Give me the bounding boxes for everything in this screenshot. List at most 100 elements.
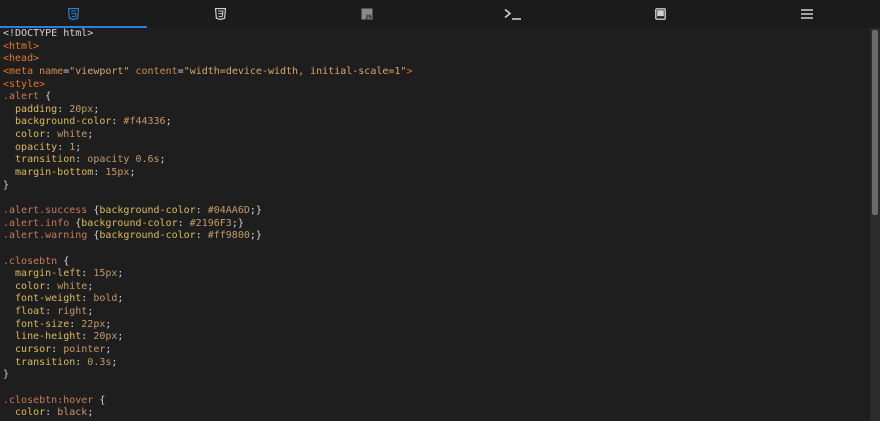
code-token-property: transition: [3, 154, 76, 166]
code-token-default: :: [177, 217, 190, 229]
js-icon-text: JS: [365, 15, 372, 21]
tab-js[interactable]: JS: [293, 0, 440, 28]
code-line[interactable]: color: white;: [0, 129, 870, 142]
tab-menu[interactable]: [733, 0, 880, 28]
code-token-default: :: [75, 356, 88, 368]
code-line[interactable]: <style>: [0, 79, 870, 92]
code-token-default: :: [195, 204, 208, 216]
code-line[interactable]: opacity: 1;: [0, 142, 870, 155]
code-token-default: :: [69, 318, 82, 330]
code-token-property: padding: [3, 103, 58, 115]
code-line[interactable]: <meta name="viewport" content="width=dev…: [0, 66, 870, 79]
code-token-default: ;: [105, 318, 112, 330]
code-line[interactable]: .closebtn {: [0, 256, 870, 269]
code-token-default: }: [3, 179, 10, 191]
code-line[interactable]: color: black;: [0, 407, 870, 420]
code-token-property: font-size: [3, 318, 70, 330]
tab-css[interactable]: [147, 0, 294, 28]
code-line[interactable]: float: right;: [0, 306, 870, 319]
code-token-default: ;: [93, 103, 100, 115]
code-line[interactable]: transition: 0.3s;: [0, 357, 870, 370]
code-token-property: margin-left: [3, 268, 82, 280]
code-token-property: line-height: [3, 331, 82, 343]
code-token-default: :: [81, 268, 94, 280]
code-token-property: opacity: [3, 141, 58, 153]
code-token-value: white: [57, 280, 88, 292]
code-line[interactable]: .alert {: [0, 91, 870, 104]
hamburger-menu-icon: [800, 9, 813, 19]
code-token-value: black: [57, 407, 88, 419]
code-token-default: :: [93, 167, 106, 179]
code-token-string: "viewport": [69, 65, 130, 77]
code-line[interactable]: }: [0, 369, 870, 382]
code-token-selector: .alert.success: [3, 204, 88, 216]
code-token-tag: <style>: [3, 78, 46, 90]
code-line[interactable]: margin-left: 15px;: [0, 268, 870, 281]
code-line[interactable]: <head>: [0, 53, 870, 66]
code-line[interactable]: ​: [0, 243, 870, 256]
tab-html[interactable]: [0, 0, 147, 28]
code-token-value: #ff9800: [207, 230, 250, 242]
tab-bar: JS: [0, 0, 880, 28]
code-token-default: :: [45, 306, 58, 318]
code-token-selector: .alert.warning: [3, 230, 88, 242]
code-token-default: ;: [87, 306, 94, 318]
code-line[interactable]: margin-bottom: 15px;: [0, 167, 870, 180]
code-token-property: background-color: [3, 116, 112, 128]
code-token-default: {: [87, 204, 100, 216]
code-token-property: cursor: [3, 344, 52, 356]
code-token-value: 15px: [93, 268, 118, 280]
tablet-icon: [654, 8, 666, 20]
code-token-default: ;: [117, 293, 124, 305]
code-line[interactable]: .alert.success {background-color: #04AA6…: [0, 205, 870, 218]
code-line[interactable]: ​: [0, 382, 870, 395]
code-line[interactable]: }: [0, 180, 870, 193]
code-line[interactable]: ​: [0, 192, 870, 205]
code-line[interactable]: transition: opacity 0.6s;: [0, 154, 870, 167]
code-line[interactable]: color: white;: [0, 281, 870, 294]
code-token-tag: <head>: [3, 53, 40, 65]
code-token-default: {: [57, 255, 70, 267]
vertical-scrollbar[interactable]: [870, 28, 880, 421]
code-token-selector: .alert: [3, 91, 40, 103]
code-token-value: 20px: [93, 331, 118, 343]
tab-console[interactable]: [440, 0, 587, 28]
css3-icon: [214, 8, 226, 20]
code-token-value: 22px: [81, 318, 106, 330]
code-line[interactable]: font-size: 22px;: [0, 319, 870, 332]
code-token-value: white: [57, 129, 88, 141]
code-line[interactable]: font-weight: bold;: [0, 293, 870, 306]
code-editor[interactable]: <!DOCTYPE html> <html> <head> <meta name="v…: [0, 28, 870, 421]
code-line[interactable]: <html>: [0, 41, 870, 54]
html5-icon: [67, 8, 79, 20]
code-token-property: transition: [3, 356, 76, 368]
code-token-property: background-color: [99, 204, 196, 216]
code-token-default: :: [57, 103, 70, 115]
code-token-attr: content: [135, 65, 178, 77]
code-token-value: right: [57, 306, 88, 318]
code-token-tag: <html>: [3, 40, 40, 52]
code-editor-app: JS <!DOCTYPE html> <html> <head> <meta name…: [0, 0, 880, 421]
code-line[interactable]: background-color: #f44336;: [0, 116, 870, 129]
code-token-property: margin-bottom: [3, 167, 94, 179]
code-token-property: color: [3, 129, 46, 141]
code-token-default: ;: [75, 141, 82, 153]
code-token-selector: .closebtn: [3, 255, 58, 267]
code-token-default: {: [69, 217, 82, 229]
code-token-default: ;: [117, 268, 124, 280]
code-token-default: :: [75, 154, 88, 166]
code-token-tag: <meta: [3, 65, 40, 77]
code-line[interactable]: .closebtn:hover {: [0, 395, 870, 408]
code-token-default: {: [87, 230, 100, 242]
scrollbar-thumb[interactable]: [872, 30, 878, 215]
tab-preview[interactable]: [587, 0, 734, 28]
code-line[interactable]: cursor: pointer;: [0, 344, 870, 357]
code-line[interactable]: .alert.info {background-color: #2196F3;}: [0, 218, 870, 231]
code-line[interactable]: .alert.warning {background-color: #ff980…: [0, 230, 870, 243]
code-token-default: :: [45, 280, 58, 292]
code-line[interactable]: padding: 20px;: [0, 104, 870, 117]
code-line[interactable]: <!DOCTYPE html>: [0, 28, 870, 41]
code-token-property: color: [3, 280, 46, 292]
code-token-default: :: [51, 344, 64, 356]
code-line[interactable]: line-height: 20px;: [0, 331, 870, 344]
